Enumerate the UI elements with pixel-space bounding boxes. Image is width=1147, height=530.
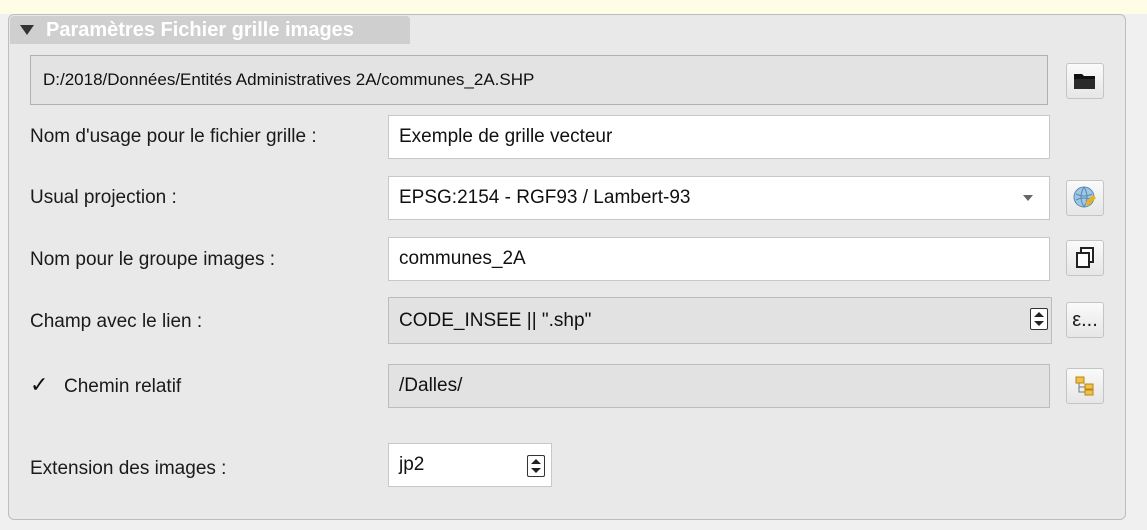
projection-value: EPSG:2154 - RGF93 / Lambert-93	[399, 187, 691, 208]
file-path-field[interactable]: D:/2018/Données/Entités Administratives …	[30, 55, 1048, 105]
group-name-input[interactable]: communes_2A	[388, 237, 1050, 281]
browse-button[interactable]	[1066, 63, 1104, 99]
extension-label: Extension des images :	[30, 458, 227, 479]
panel-header[interactable]: Paramètres Fichier grille images	[10, 16, 410, 44]
copy-button[interactable]	[1066, 240, 1104, 276]
down-arrow-icon	[531, 468, 541, 473]
usage-name-label: Nom d'usage pour le fichier grille :	[30, 126, 317, 147]
chevron-down-icon	[1023, 195, 1033, 201]
group-name-label: Nom pour le groupe images :	[30, 249, 276, 270]
top-strip	[0, 0, 1147, 14]
extension-spin[interactable]	[527, 455, 545, 477]
link-expression-value: CODE_INSEE || ".shp"	[399, 310, 592, 331]
projection-button[interactable]	[1066, 180, 1104, 216]
link-field-label: Champ avec le lien :	[30, 311, 203, 332]
up-arrow-icon	[1034, 312, 1044, 317]
relative-path-checkbox[interactable]: ✓	[30, 374, 52, 396]
expression-button[interactable]: ε...	[1066, 302, 1104, 338]
globe-projection-icon	[1073, 186, 1096, 208]
link-expression-input[interactable]: CODE_INSEE || ".shp"	[388, 297, 1052, 344]
relative-path-input[interactable]: /Dalles/	[388, 364, 1050, 408]
link-spin[interactable]	[1030, 308, 1048, 330]
projection-select[interactable]: EPSG:2154 - RGF93 / Lambert-93	[388, 176, 1050, 220]
down-arrow-icon	[1034, 321, 1044, 326]
directory-button[interactable]	[1066, 368, 1104, 404]
collapse-triangle-icon[interactable]	[20, 25, 34, 35]
copy-icon	[1076, 247, 1094, 268]
expression-icon: ε...	[1072, 308, 1098, 331]
panel-title: Paramètres Fichier grille images	[46, 19, 354, 41]
usage-name-input[interactable]: Exemple de grille vecteur	[388, 115, 1050, 159]
up-arrow-icon	[531, 459, 541, 464]
projection-label: Usual projection :	[30, 187, 177, 208]
extension-value: jp2	[399, 454, 425, 475]
directory-tree-icon	[1075, 376, 1094, 396]
folder-icon	[1074, 74, 1095, 89]
relative-path-label: Chemin relatif	[64, 376, 182, 397]
